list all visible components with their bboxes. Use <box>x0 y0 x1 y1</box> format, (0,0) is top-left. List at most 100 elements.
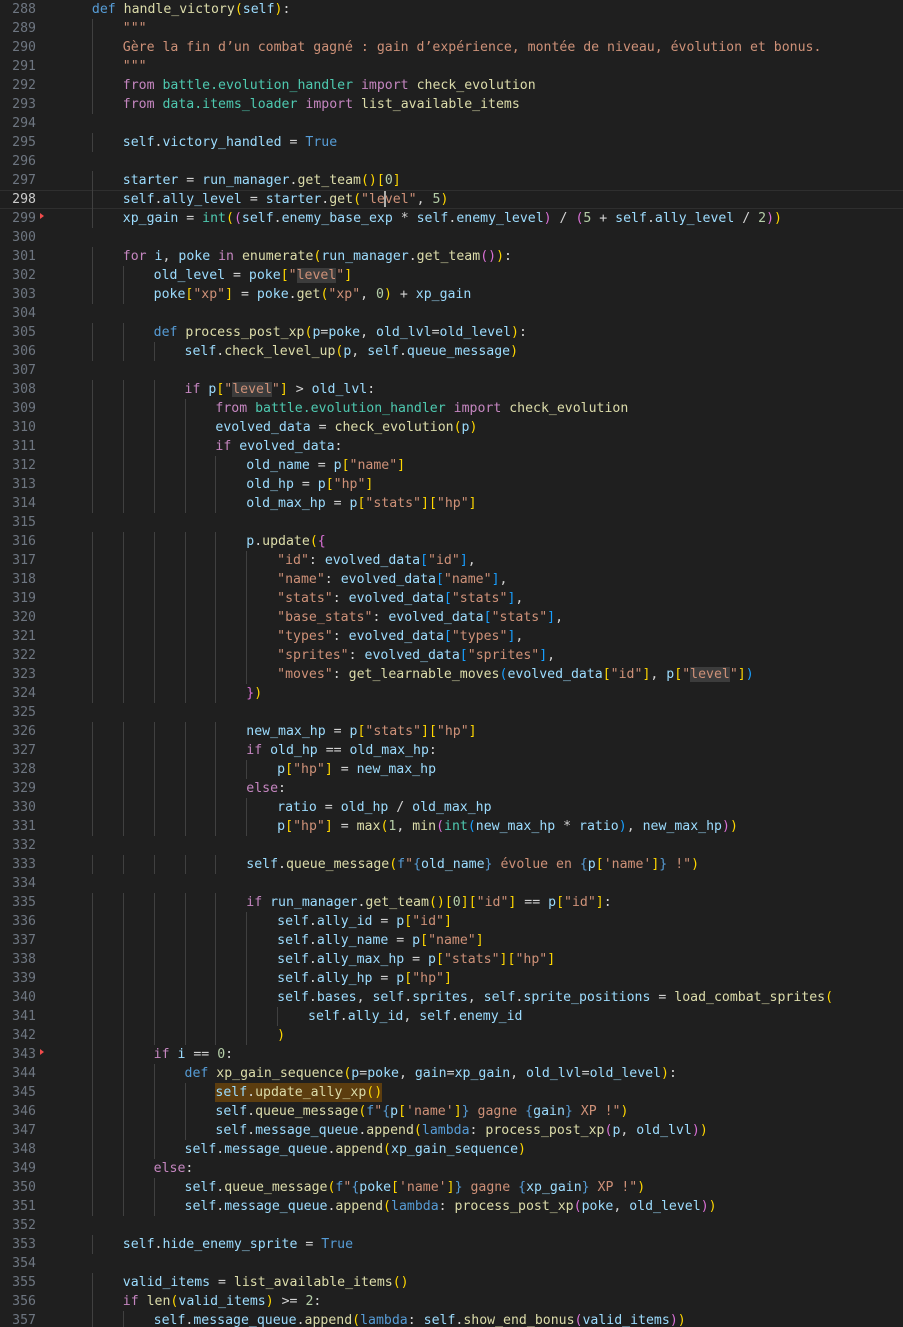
code-line[interactable]: 356 if len(valid_items) >= 2: <box>0 1292 903 1311</box>
code-token: ally_id <box>347 1009 404 1024</box>
code-line[interactable]: 325 <box>0 703 903 722</box>
code-line[interactable]: 293 from data.items_loader import list_av… <box>0 95 903 114</box>
code-line[interactable]: 318 "name": evolved_data["name"], <box>0 570 903 589</box>
code-line[interactable]: 297 starter = run_manager.get_team()[0] <box>0 171 903 190</box>
code-line[interactable]: 317 "id": evolved_data["id"], <box>0 551 903 570</box>
code-line[interactable]: 323 "moves": get_learnable_moves(evolved_… <box>0 665 903 684</box>
code-token: """ <box>122 21 147 36</box>
line-number: 292 <box>12 78 36 93</box>
code-token: ] <box>468 496 477 511</box>
code-line[interactable]: 303 poke["xp"] = poke.get("xp", 0) + xp_g… <box>0 285 903 304</box>
code-line[interactable]: 344 def xp_gain_sequence(p=poke, gain=xp_… <box>0 1064 903 1083</box>
code-line[interactable]: 301 for i, poke in enumerate(run_manager.… <box>0 247 903 266</box>
error-marker-icon[interactable] <box>40 1049 44 1055</box>
code-token: "xp" <box>328 287 361 302</box>
code-line[interactable]: 350 self.queue_message(f"{poke['name']} g… <box>0 1178 903 1197</box>
code-line[interactable]: 314 old_max_hp = p["stats"]["hp"] <box>0 494 903 513</box>
code-line[interactable]: 308 if p["level"] > old_lvl: <box>0 380 903 399</box>
code-line[interactable]: 327 if old_hp == old_max_hp: <box>0 741 903 760</box>
code-line[interactable]: 296 <box>0 152 903 171</box>
code-line[interactable]: 332 <box>0 836 903 855</box>
indent-guide <box>122 988 124 1007</box>
indent-guide <box>122 931 124 950</box>
code-line[interactable]: 334 <box>0 874 903 893</box>
code-line[interactable]: 307 <box>0 361 903 380</box>
code-line[interactable]: 324}) <box>0 684 903 703</box>
code-line[interactable]: 354 <box>0 1254 903 1273</box>
code-line[interactable]: 337 self.ally_name = p["name"] <box>0 931 903 950</box>
code-line[interactable]: 345 self.update_ally_xp() <box>0 1083 903 1102</box>
indent-guide <box>122 760 124 779</box>
code-line[interactable]: 313 old_hp = p["hp"] <box>0 475 903 494</box>
code-line[interactable]: 288 def handle_victory(self): <box>0 0 903 19</box>
code-line[interactable]: 338 self.ally_max_hp = p["stats"]["hp"] <box>0 950 903 969</box>
code-line[interactable]: 309 from battle.evolution_handler import … <box>0 399 903 418</box>
code-line[interactable]: 353 self.hide_enemy_sprite = True <box>0 1235 903 1254</box>
indent-guide <box>122 1197 124 1216</box>
code-line[interactable]: 292 from battle.evolution_handler import … <box>0 76 903 95</box>
code-token: = <box>332 819 357 834</box>
code-line[interactable]: 295 self.victory_handled = True <box>0 133 903 152</box>
code-token: : <box>334 439 343 454</box>
code-line[interactable]: 294 <box>0 114 903 133</box>
code-line[interactable]: 326 new_max_hp = p["stats"]["hp"] <box>0 722 903 741</box>
code-line[interactable]: 349 else: <box>0 1159 903 1178</box>
code-text: from data.items_loader import list_avail… <box>123 95 520 114</box>
code-token: p <box>461 420 470 435</box>
code-line[interactable]: 340 self.bases, self.sprites, self.sprite… <box>0 988 903 1007</box>
indent-guide <box>122 1083 124 1102</box>
code-line[interactable]: 304 <box>0 304 903 323</box>
code-line[interactable]: 335 if run_manager.get_team()[0]["id"] ==… <box>0 893 903 912</box>
code-line[interactable]: 341 self.ally_id, self.enemy_id <box>0 1007 903 1026</box>
code-editor[interactable]: 288 def handle_victory(self): 289 """ 290 Gèr… <box>0 0 903 1327</box>
code-line[interactable]: 339 self.ally_hp = p["hp"] <box>0 969 903 988</box>
code-line[interactable]: 291 """ <box>0 57 903 76</box>
code-line[interactable]: 355 valid_items = list_available_items() <box>0 1273 903 1292</box>
code-line[interactable]: 300 <box>0 228 903 247</box>
code-line[interactable]: 347 self.message_queue.append(lambda: pro… <box>0 1121 903 1140</box>
code-line[interactable]: 351 self.message_queue.append(lambda: pro… <box>0 1197 903 1216</box>
code-line[interactable]: 357 self.message_queue.append(lambda: sel… <box>0 1311 903 1327</box>
code-line[interactable]: 346 self.queue_message(f"{p['name']} gagn… <box>0 1102 903 1121</box>
code-line[interactable]: 331 p["hp"] = max(1, min(int(new_max_hp *… <box>0 817 903 836</box>
indent-guide <box>122 665 124 684</box>
code-line[interactable]: 330 ratio = old_hp / old_max_hp <box>0 798 903 817</box>
code-line[interactable]: 311 if evolved_data: <box>0 437 903 456</box>
code-line[interactable]: 302 old_level = poke["level"] <box>0 266 903 285</box>
code-line[interactable]: 342) <box>0 1026 903 1045</box>
code-line[interactable]: 316 p.update({ <box>0 532 903 551</box>
line-number: 330 <box>12 800 36 815</box>
indent-guide <box>122 456 124 475</box>
code-line[interactable]: 299 xp_gain = int((self.enemy_base_exp * … <box>0 209 903 228</box>
indent-guide <box>122 1102 124 1121</box>
error-marker-icon[interactable] <box>40 213 44 219</box>
code-line[interactable]: 336 self.ally_id = p["id"] <box>0 912 903 931</box>
code-line[interactable]: 348 self.message_queue.append(xp_gain_seq… <box>0 1140 903 1159</box>
indent-guide <box>215 570 217 589</box>
indent-guide <box>215 988 217 1007</box>
code-line[interactable]: 310 evolved_data = check_evolution(p) <box>0 418 903 437</box>
code-line[interactable]: 305 def process_post_xp(p=poke, old_lvl=o… <box>0 323 903 342</box>
code-line[interactable]: 290 Gère la fin d’un combat gagné : gain … <box>0 38 903 57</box>
code-line[interactable]: 289 """ <box>0 19 903 38</box>
code-line[interactable]: 298 self.ally_level = starter.get("level"… <box>0 190 903 209</box>
code-line[interactable]: 329 else: <box>0 779 903 798</box>
indent-guide <box>91 1007 93 1026</box>
code-token: get <box>296 287 321 302</box>
code-line[interactable]: 343 if i == 0: <box>0 1045 903 1064</box>
code-line[interactable]: 328 p["hp"] = new_max_hp <box>0 760 903 779</box>
code-line[interactable]: 315 <box>0 513 903 532</box>
code-line[interactable]: 320 "base_stats": evolved_data["stats"], <box>0 608 903 627</box>
code-line[interactable]: 306 self.check_level_up(p, self.queue_mes… <box>0 342 903 361</box>
indent-guide <box>184 399 186 418</box>
code-line[interactable]: 319 "stats": evolved_data["stats"], <box>0 589 903 608</box>
code-line[interactable]: 312 old_name = p["name"] <box>0 456 903 475</box>
code-line[interactable]: 333 self.queue_message(f"{old_name} évolu… <box>0 855 903 874</box>
code-line[interactable]: 352 <box>0 1216 903 1235</box>
code-line[interactable]: 321 "types": evolved_data["types"], <box>0 627 903 646</box>
code-token: [ <box>280 268 289 283</box>
code-line[interactable]: 322 "sprites": evolved_data["sprites"], <box>0 646 903 665</box>
code-token: , <box>510 1066 527 1081</box>
